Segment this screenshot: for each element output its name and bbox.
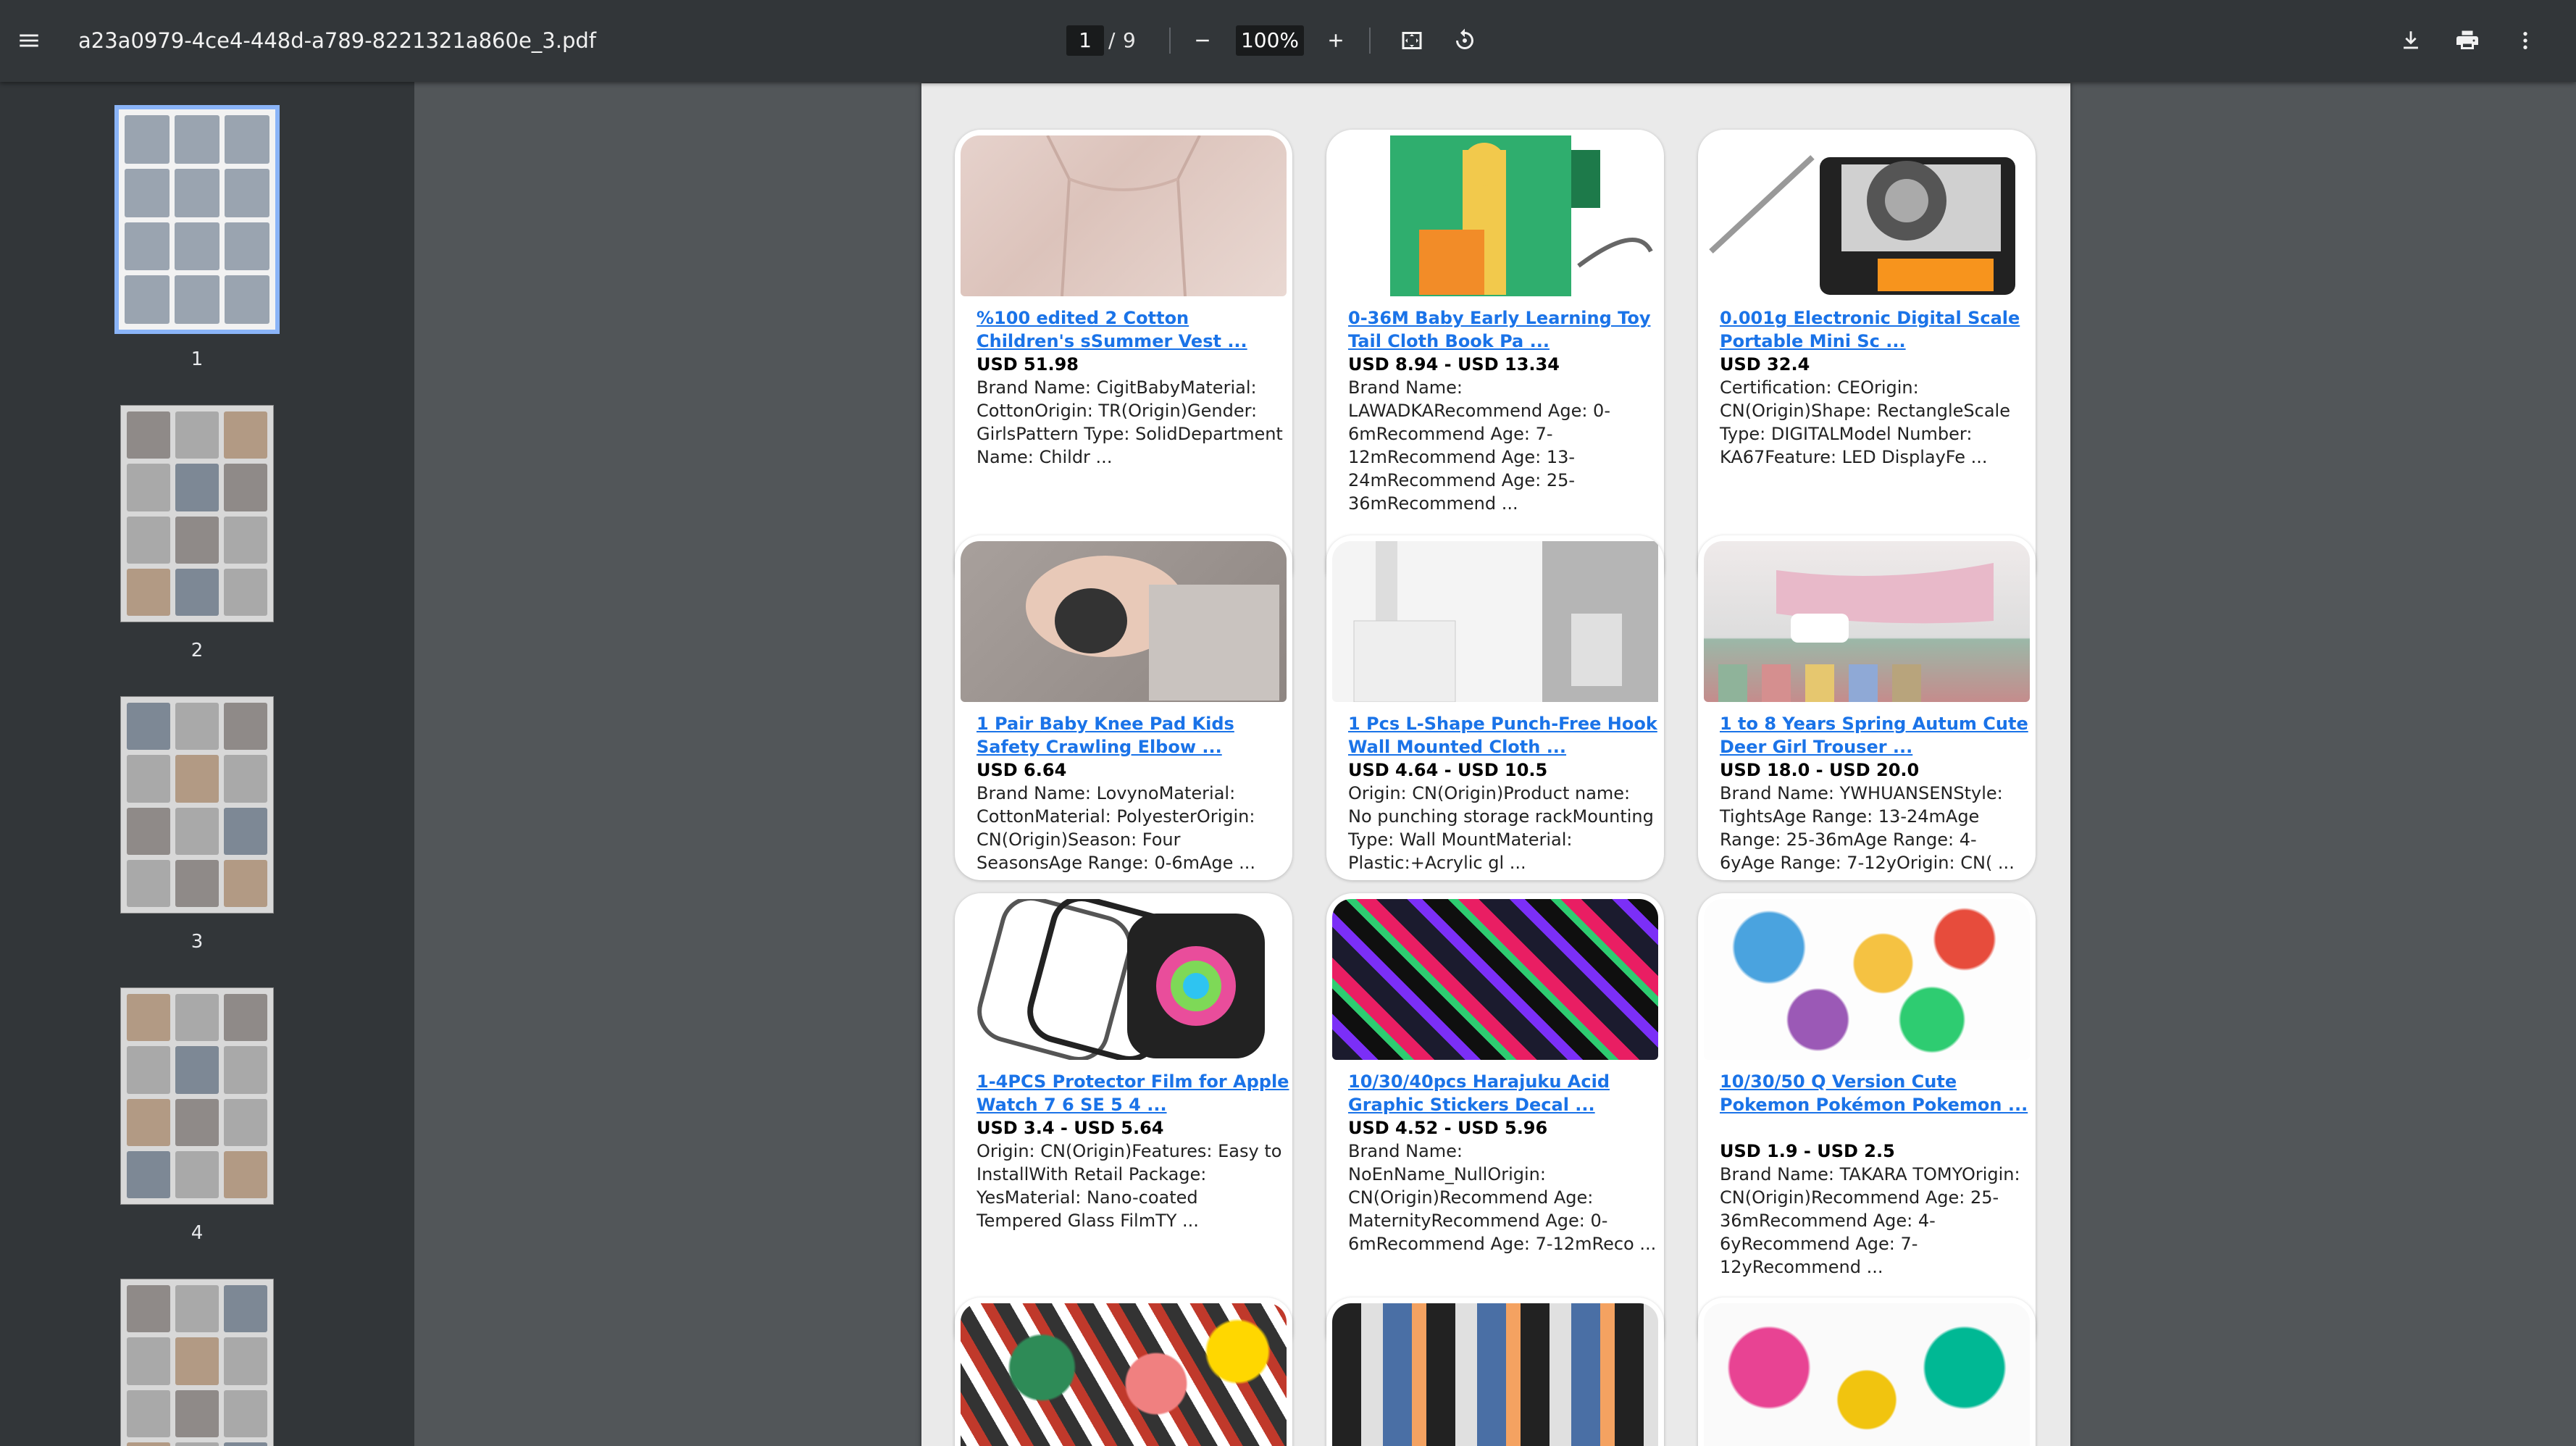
page-thumbnail-4[interactable] [120, 987, 274, 1205]
thumbnail-label: 1 [191, 348, 204, 370]
product-description: Brand Name: NoEnName_NullOrigin: CN(Orig… [1348, 1141, 1657, 1254]
product-card: 1-4PCS Protector Film for Apple Watch 7 … [955, 893, 1292, 1357]
download-icon[interactable] [2388, 17, 2434, 64]
product-card: 10/30/50 Q Version Cute Pokemon Pokémon … [1698, 893, 2036, 1357]
product-title-link[interactable]: 1 to 8 Years Spring Autum Cute Deer Girl… [1720, 712, 2033, 758]
product-image [1332, 1303, 1658, 1446]
product-title-link[interactable]: 0.001g Electronic Digital Scale Portable… [1720, 306, 2033, 353]
product-image [1704, 899, 2030, 1060]
product-description: Brand Name: CigitBabyMaterial: CottonOri… [977, 377, 1283, 467]
toolbar-divider [1169, 28, 1171, 54]
print-icon[interactable] [2444, 17, 2491, 64]
product-title-link[interactable]: 0-36M Baby Early Learning Toy Tail Cloth… [1348, 306, 1661, 353]
fit-page-icon[interactable] [1389, 17, 1435, 64]
product-price: USD 51.98 [977, 354, 1079, 375]
product-card: 1 Pcs L-Shape Punch-Free Hook Wall Mount… [1326, 535, 1664, 880]
toolbar-divider [1369, 28, 1371, 54]
product-image [1332, 899, 1658, 1060]
product-card: 1 to 8 Years Spring Autum Cute Deer Girl… [1698, 535, 2036, 880]
product-card: 10/30/40pcs Harajuku Acid Graphic Sticke… [1326, 893, 1664, 1357]
product-card [1326, 1297, 1664, 1446]
pdf-toolbar: a23a0979-4ce4-448d-a789-8221321a860e_3.p… [0, 0, 2576, 82]
product-card: 0-36M Baby Early Learning Toy Tail Cloth… [1326, 130, 1664, 593]
product-image [961, 541, 1287, 702]
zoom-in-icon[interactable] [1313, 17, 1359, 64]
product-price: USD 18.0 - USD 20.0 [1720, 760, 1920, 780]
page-number-input[interactable]: 1 [1066, 25, 1104, 56]
product-description: Brand Name: LAWADKARecommend Age: 0-6mRe… [1348, 377, 1610, 514]
pdf-page: %100 edited 2 Cotton Children's sSummer … [921, 83, 2070, 1446]
thumbnail-sidebar: 1 2 3 4 [0, 82, 414, 1446]
product-card: 1 Pair Baby Knee Pad Kids Safety Crawlin… [955, 535, 1292, 880]
product-description: Origin: CN(Origin)Product name: No punch… [1348, 783, 1654, 873]
product-image [1704, 135, 2030, 296]
product-title-link[interactable]: 1 Pair Baby Knee Pad Kids Safety Crawlin… [977, 712, 1289, 758]
product-price: USD 1.9 - USD 2.5 [1720, 1141, 1895, 1161]
product-card [955, 1297, 1292, 1446]
product-image [961, 135, 1287, 297]
product-image [1332, 541, 1658, 703]
product-description: Certification: CEOrigin: CN(Origin)Shape… [1720, 377, 2010, 467]
more-options-icon[interactable] [2502, 17, 2548, 64]
product-price: USD 6.64 [977, 760, 1067, 780]
product-description: Brand Name: YWHUANSENStyle: TightsAge Ra… [1720, 783, 2015, 873]
page-separator: / [1108, 28, 1116, 52]
product-description: Brand Name: LovynoMaterial: CottonMateri… [977, 783, 1255, 873]
page-thumbnail-3[interactable] [120, 696, 274, 914]
zoom-out-icon[interactable] [1179, 17, 1226, 64]
product-image [1332, 135, 1658, 296]
product-image [1704, 1303, 2030, 1446]
page-total: 9 [1123, 28, 1136, 52]
thumbnail-label: 3 [191, 931, 204, 953]
product-price: USD 4.52 - USD 5.96 [1348, 1118, 1548, 1138]
product-card: 0.001g Electronic Digital Scale Portable… [1698, 130, 2036, 593]
product-title-link[interactable]: 10/30/50 Q Version Cute Pokemon Pokémon … [1720, 1070, 2033, 1116]
product-price: USD 8.94 - USD 13.34 [1348, 354, 1560, 375]
product-card [1698, 1297, 2036, 1446]
product-price: USD 4.64 - USD 10.5 [1348, 760, 1548, 780]
rotate-icon[interactable] [1442, 17, 1488, 64]
product-description: Origin: CN(Origin)Features: Easy to Inst… [977, 1141, 1282, 1231]
product-title-link[interactable]: %100 edited 2 Cotton Children's sSummer … [977, 306, 1289, 353]
product-image [961, 895, 1287, 1062]
document-title: a23a0979-4ce4-448d-a789-8221321a860e_3.p… [78, 28, 596, 53]
zoom-level-input[interactable]: 100% [1236, 25, 1304, 56]
product-title-link[interactable]: 1-4PCS Protector Film for Apple Watch 7 … [977, 1070, 1289, 1116]
page-thumbnail-1[interactable] [114, 105, 280, 334]
product-image [1704, 541, 2030, 702]
product-title-link[interactable]: 1 Pcs L-Shape Punch-Free Hook Wall Mount… [1348, 712, 1661, 758]
product-description: Brand Name: TAKARA TOMYOrigin: CN(Origin… [1720, 1164, 2020, 1277]
page-thumbnail-5[interactable] [120, 1279, 274, 1446]
product-image [961, 1303, 1287, 1446]
product-price: USD 32.4 [1720, 354, 1810, 375]
product-card: %100 edited 2 Cotton Children's sSummer … [955, 130, 1292, 593]
menu-icon[interactable] [6, 17, 52, 64]
thumbnail-label: 2 [191, 640, 204, 661]
thumbnail-label: 4 [191, 1222, 204, 1244]
product-price: USD 3.4 - USD 5.64 [977, 1118, 1164, 1138]
product-title-link[interactable]: 10/30/40pcs Harajuku Acid Graphic Sticke… [1348, 1070, 1661, 1116]
page-thumbnail-2[interactable] [120, 405, 274, 622]
